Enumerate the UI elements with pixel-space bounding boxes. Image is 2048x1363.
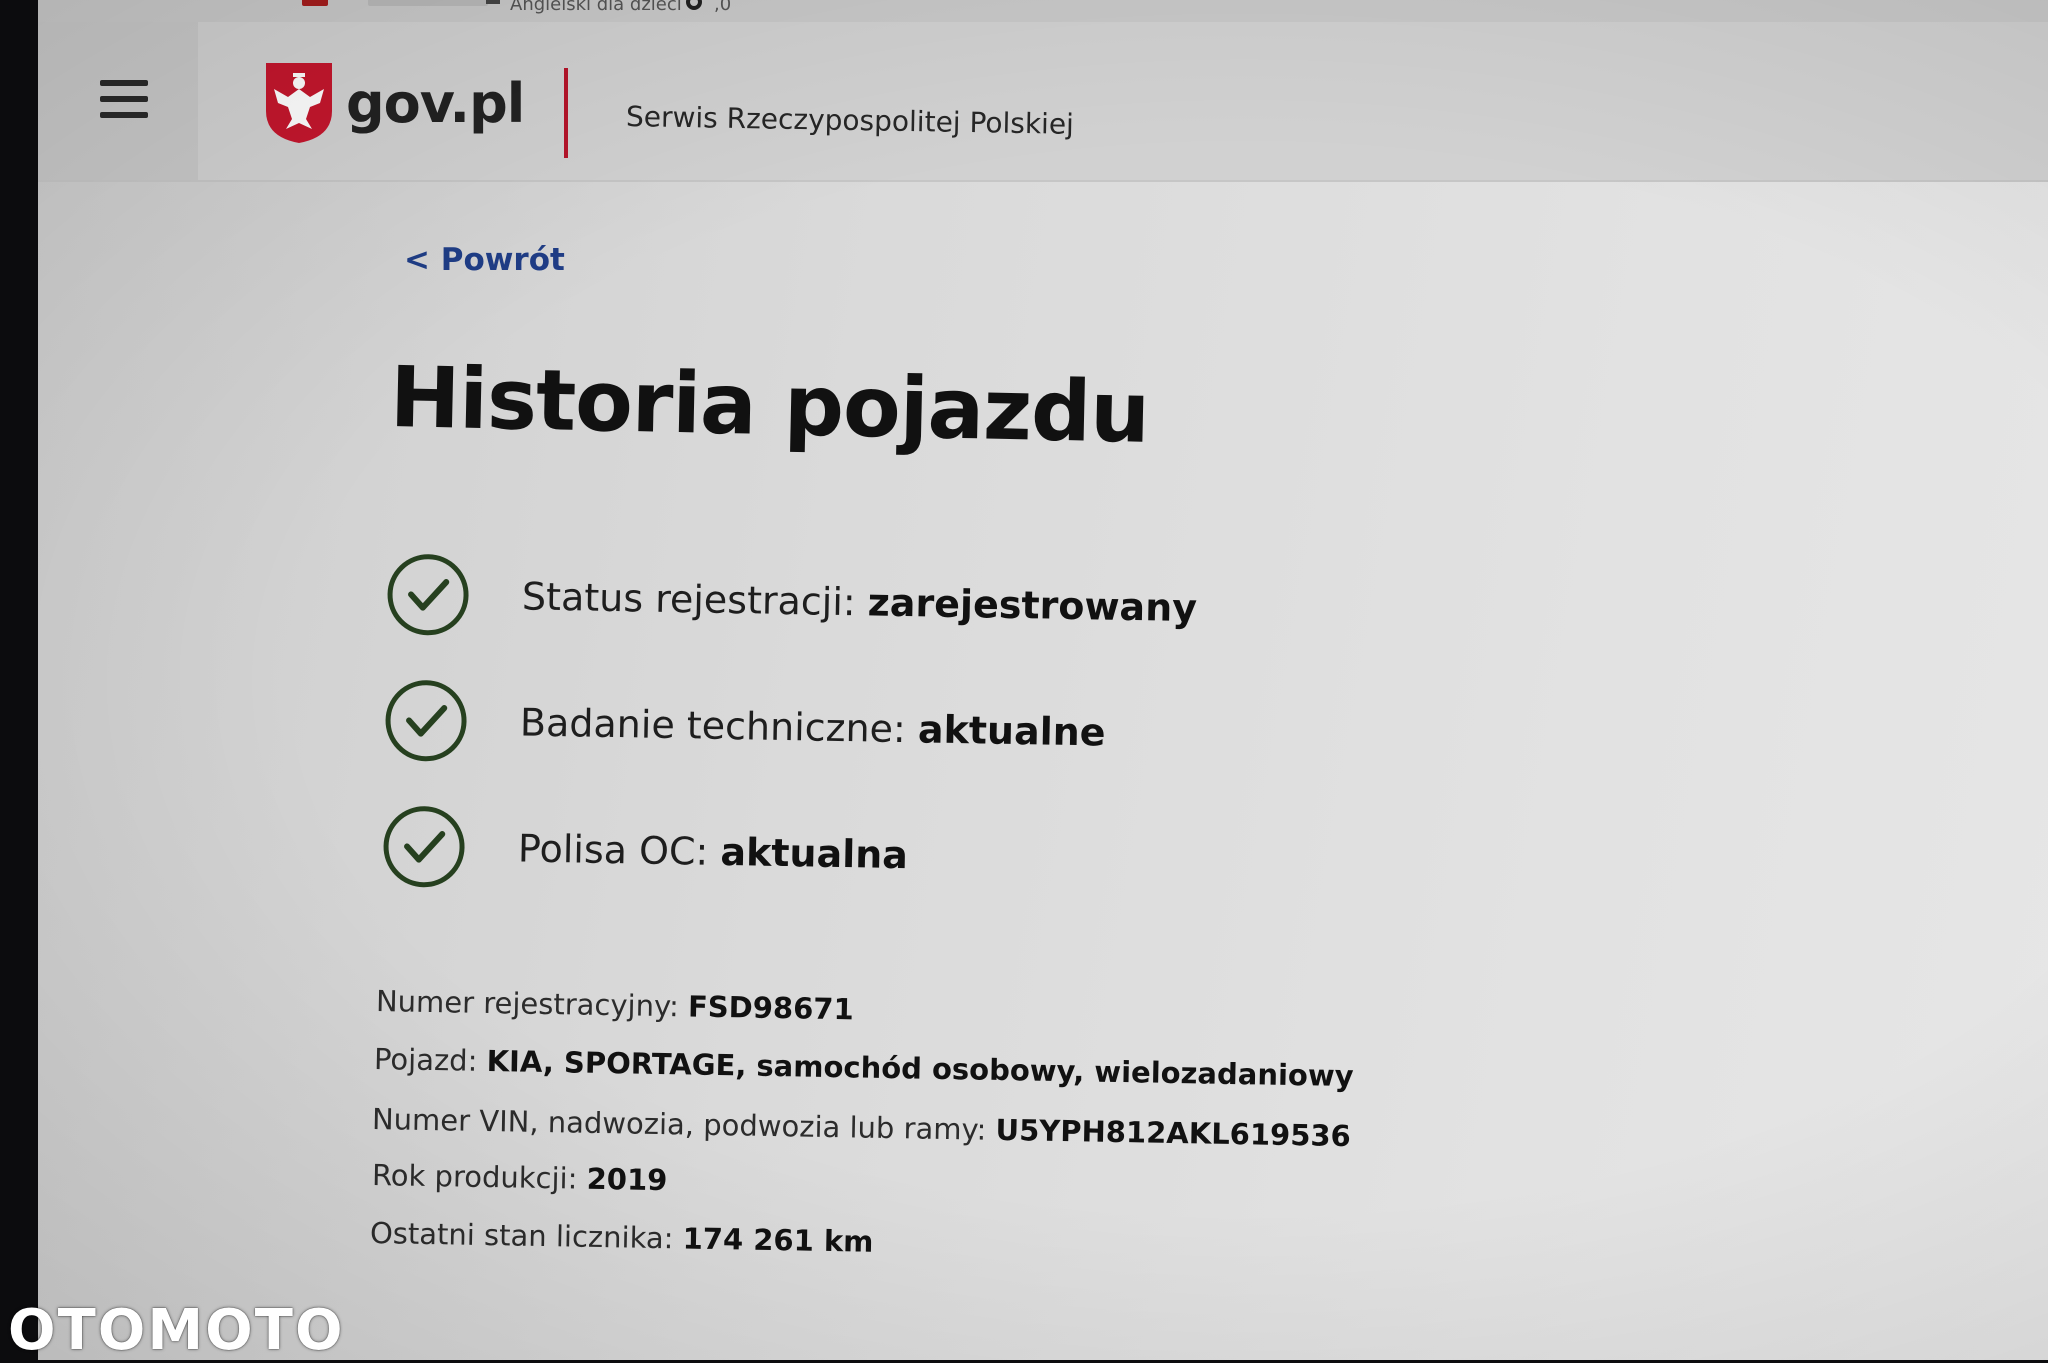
- check-circle-icon: [385, 680, 467, 762]
- ring-icon[interactable]: [686, 0, 702, 10]
- detail-row-registration-number: Numer rejestracyjny: FSD98671: [376, 984, 854, 1026]
- otomoto-watermark: OTOMOTO: [8, 1298, 345, 1363]
- bookmark-item-angielski[interactable]: Angielski dla dzieci: [510, 0, 682, 15]
- hamburger-icon[interactable]: [100, 80, 148, 120]
- status-value: aktualna: [720, 829, 909, 878]
- status-value: aktualne: [917, 707, 1106, 755]
- status-value: zarejestrowany: [867, 580, 1198, 631]
- detail-row-vin: Numer VIN, nadwozia, podwozia lub ramy: …: [372, 1102, 1351, 1153]
- screen-vignette: [38, 0, 2048, 1360]
- detail-label: Numer VIN, nadwozia, podwozia lub ramy:: [371, 1102, 987, 1147]
- status-row-insurance: Polisa OC: aktualna: [381, 804, 908, 894]
- polish-eagle-emblem-icon[interactable]: [262, 59, 336, 145]
- bookmark-item[interactable]: [368, 0, 488, 6]
- page-title: Historia pojazdu: [388, 348, 1151, 462]
- menu-zone: [38, 22, 198, 180]
- detail-label: Ostatni stan licznika:: [369, 1216, 674, 1256]
- status-label: Badanie techniczne:: [519, 700, 907, 752]
- detail-value: U5YPH812AKL619536: [995, 1112, 1352, 1154]
- detail-label: Rok produkcji:: [371, 1158, 578, 1196]
- bookmark-icon[interactable]: [302, 0, 328, 6]
- back-link[interactable]: < Powrót: [404, 242, 565, 278]
- detail-row-mileage: Ostatni stan licznika: 174 261 km: [370, 1216, 874, 1259]
- site-header: gov.pl Serwis Rzeczypospolitej Polskiej: [38, 22, 2048, 182]
- status-row-registration: Status rejestracji: zarejestrowany: [385, 552, 1197, 642]
- detail-value: KIA, SPORTAGE, samochód osobowy, wieloza…: [486, 1043, 1354, 1094]
- status-text: Status rejestracji: zarejestrowany: [522, 574, 1198, 630]
- status-label: Polisa OC:: [517, 826, 709, 874]
- status-row-inspection: Badanie techniczne: aktualne: [383, 678, 1106, 768]
- detail-value: 174 261 km: [682, 1221, 874, 1259]
- detail-label: Pojazd:: [373, 1042, 478, 1078]
- detail-value: FSD98671: [687, 989, 854, 1027]
- bookmarks-bar: Angielski dla dzieci ,0: [38, 0, 2048, 22]
- check-circle-icon: [383, 806, 465, 888]
- browser-screen: Angielski dla dzieci ,0 gov.pl Serwis Rz…: [38, 0, 2048, 1360]
- bookmark-item-counter: ,0: [714, 0, 732, 15]
- detail-row-vehicle: Pojazd: KIA, SPORTAGE, samochód osobowy,…: [374, 1042, 1354, 1093]
- detail-label: Numer rejestracyjny:: [375, 984, 680, 1024]
- service-name: Serwis Rzeczypospolitej Polskiej: [625, 100, 1075, 141]
- check-circle-icon: [387, 554, 469, 636]
- status-label: Status rejestracji:: [521, 574, 857, 625]
- site-logo-text[interactable]: gov.pl: [346, 72, 525, 135]
- detail-row-production-year: Rok produkcji: 2019: [372, 1158, 668, 1197]
- flag-icon: [486, 0, 500, 4]
- status-text: Badanie techniczne: aktualne: [520, 700, 1106, 754]
- detail-value: 2019: [586, 1161, 668, 1198]
- status-text: Polisa OC: aktualna: [518, 826, 909, 877]
- header-divider: [564, 68, 568, 158]
